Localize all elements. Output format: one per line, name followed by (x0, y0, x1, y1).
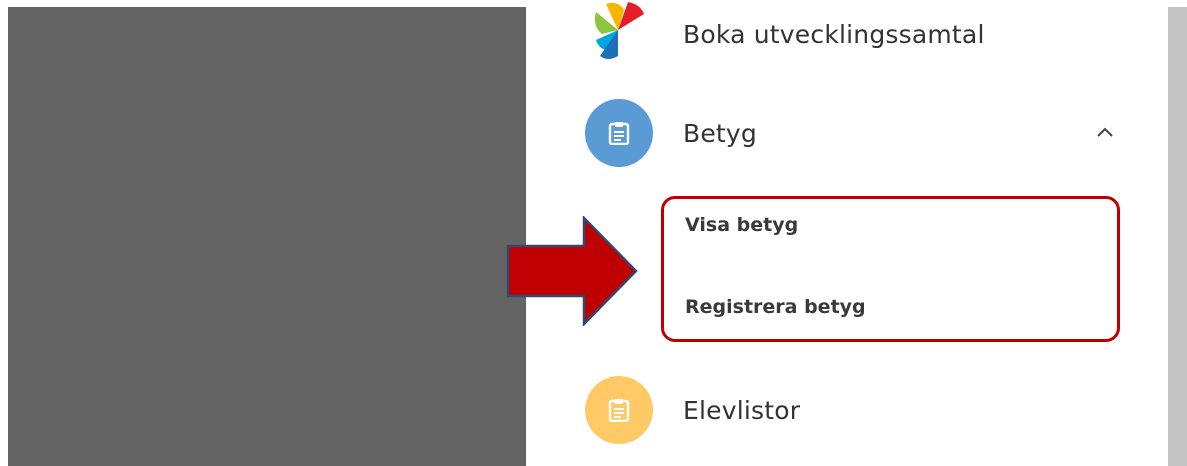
annotation-arrow-icon (506, 216, 638, 326)
menu-item-betyg[interactable]: Betyg (585, 99, 757, 167)
clipboard-icon (585, 99, 653, 167)
menu-item-elevlistor[interactable]: Elevlistor (585, 376, 800, 444)
scrollbar[interactable] (1168, 7, 1187, 466)
menu-item-label: Boka utvecklingssamtal (683, 19, 985, 49)
menu-item-label: Elevlistor (683, 395, 801, 425)
dimmed-overlay[interactable] (8, 7, 526, 466)
menu-item-label: Betyg (683, 118, 757, 148)
annotation-highlight-box (661, 196, 1120, 342)
menu-item-boka-utvecklingssamtal[interactable]: Boka utvecklingssamtal (585, 0, 985, 68)
pinwheel-logo-icon (585, 0, 653, 68)
screenshot-stage: Boka utvecklingssamtal Betyg Visa betyg … (0, 0, 1187, 466)
chevron-up-icon[interactable] (1094, 121, 1116, 143)
clipboard-icon (585, 376, 653, 444)
